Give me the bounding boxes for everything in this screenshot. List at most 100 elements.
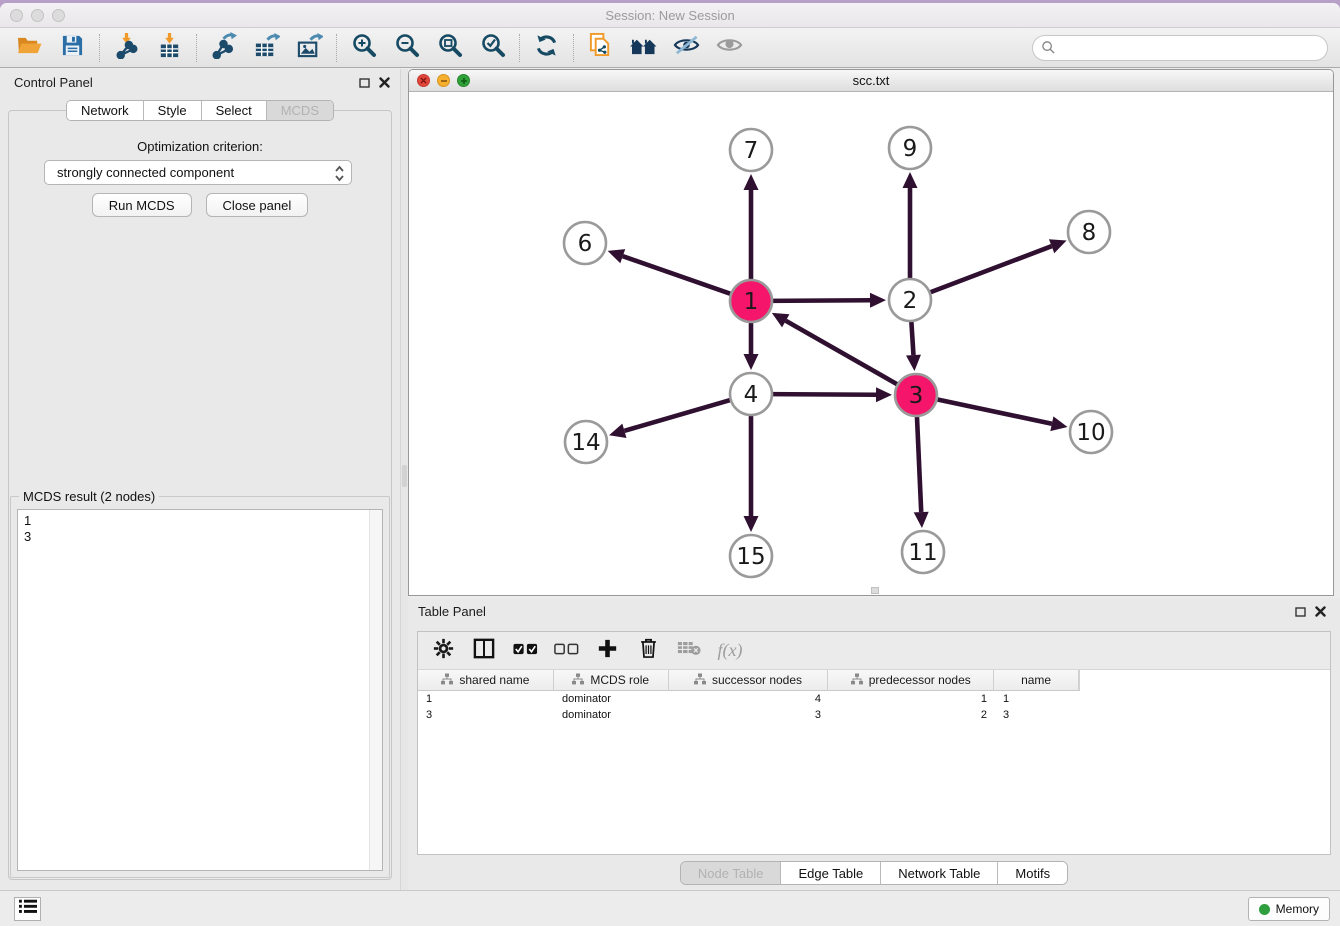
close-panel-icon[interactable] bbox=[379, 75, 390, 93]
open-folder-icon bbox=[16, 34, 43, 62]
table-cell[interactable]: 3 bbox=[669, 707, 829, 723]
panel-splitter[interactable] bbox=[400, 69, 408, 890]
column-header-shared-name[interactable]: shared name bbox=[418, 670, 554, 690]
graph-edge-1-2[interactable] bbox=[770, 300, 870, 301]
delete-table-button[interactable] bbox=[676, 638, 702, 664]
table-panel: Table Panel bbox=[408, 598, 1340, 890]
splitter-handle[interactable] bbox=[402, 465, 407, 487]
import-network-button[interactable] bbox=[105, 31, 148, 65]
tab-mcds[interactable]: MCDS bbox=[267, 101, 333, 120]
zoom-fit-button[interactable] bbox=[428, 31, 471, 65]
column-settings-button[interactable] bbox=[430, 638, 456, 664]
criterion-dropdown[interactable]: strongly connected component bbox=[44, 160, 352, 185]
maximize-window-icon[interactable] bbox=[52, 9, 65, 22]
export-table-button[interactable] bbox=[245, 31, 288, 65]
zoom-in-button[interactable] bbox=[342, 31, 385, 65]
table-cell[interactable]: dominator bbox=[554, 691, 669, 707]
split-panel-button[interactable] bbox=[471, 638, 497, 664]
toolbar-separator bbox=[196, 34, 197, 62]
table-cell[interactable]: 1 bbox=[829, 691, 995, 707]
minimize-network-icon[interactable] bbox=[437, 74, 450, 87]
deselect-all-button[interactable] bbox=[553, 638, 579, 664]
column-header-name[interactable]: name bbox=[994, 670, 1079, 690]
tab-network-table[interactable]: Network Table bbox=[881, 862, 998, 884]
edge-arrowhead bbox=[876, 387, 892, 402]
graph-edge-1-6[interactable] bbox=[623, 256, 733, 295]
graph-edge-4-14[interactable] bbox=[624, 399, 732, 431]
network-canvas[interactable]: 7968124314101511 bbox=[409, 92, 1333, 595]
tab-node-table[interactable]: Node Table bbox=[681, 862, 782, 884]
select-all-button[interactable] bbox=[512, 638, 538, 664]
node-label: 3 bbox=[909, 383, 924, 409]
table-row[interactable]: 3dominator323 bbox=[418, 707, 1330, 723]
table-cell[interactable]: 2 bbox=[829, 707, 995, 723]
table-cell[interactable]: 1 bbox=[418, 691, 554, 707]
show-all-button[interactable] bbox=[708, 31, 751, 65]
canvas-resize-grip[interactable] bbox=[871, 587, 879, 594]
node-label: 15 bbox=[736, 544, 765, 570]
clone-network-icon bbox=[588, 32, 613, 63]
tab-edge-table[interactable]: Edge Table bbox=[781, 862, 881, 884]
refresh-layout-button[interactable] bbox=[525, 31, 568, 65]
close-network-icon[interactable] bbox=[417, 74, 430, 87]
table-cell[interactable]: 3 bbox=[995, 707, 1080, 723]
network-graph[interactable]: 7968124314101511 bbox=[409, 92, 1333, 595]
table-panel-tabs: Node TableEdge TableNetwork TableMotifs bbox=[408, 861, 1340, 885]
optimization-criterion-label: Optimization criterion: bbox=[0, 139, 400, 154]
graph-edge-3-1[interactable] bbox=[786, 321, 900, 386]
zoom-out-icon bbox=[394, 32, 420, 63]
float-table-panel-icon[interactable] bbox=[1295, 604, 1306, 622]
tab-style[interactable]: Style bbox=[144, 101, 202, 120]
reset-view-button[interactable] bbox=[622, 31, 665, 65]
node-label: 7 bbox=[744, 138, 759, 164]
tab-network[interactable]: Network bbox=[67, 101, 144, 120]
add-column-button[interactable] bbox=[594, 638, 620, 664]
gear-icon bbox=[433, 638, 454, 664]
zoom-selected-button[interactable] bbox=[471, 31, 514, 65]
column-header-MCDS-role[interactable]: MCDS role bbox=[554, 670, 669, 690]
edge-arrowhead bbox=[608, 249, 626, 263]
column-header-successor-nodes[interactable]: successor nodes bbox=[669, 670, 829, 690]
tab-motifs[interactable]: Motifs bbox=[998, 862, 1067, 884]
table-row[interactable]: 1dominator411 bbox=[418, 691, 1330, 707]
memory-button[interactable]: Memory bbox=[1248, 897, 1330, 921]
table-cell[interactable]: 4 bbox=[669, 691, 829, 707]
graph-edge-4-3[interactable] bbox=[770, 394, 876, 395]
node-label: 9 bbox=[903, 136, 918, 162]
plus-icon bbox=[597, 638, 618, 664]
export-network-button[interactable] bbox=[202, 31, 245, 65]
graph-edge-3-10[interactable] bbox=[935, 399, 1052, 424]
delete-column-button[interactable] bbox=[635, 638, 661, 664]
search-input[interactable] bbox=[1032, 35, 1328, 61]
import-table-button[interactable] bbox=[148, 31, 191, 65]
mcds-result-textarea[interactable]: 1 3 bbox=[17, 509, 383, 871]
column-header-predecessor-nodes[interactable]: predecessor nodes bbox=[828, 670, 994, 690]
run-mcds-button[interactable]: Run MCDS bbox=[92, 193, 192, 217]
export-image-button[interactable] bbox=[288, 31, 331, 65]
function-builder-button[interactable]: f(x) bbox=[717, 638, 743, 664]
graph-edge-3-11[interactable] bbox=[917, 414, 921, 512]
open-session-button[interactable] bbox=[8, 31, 51, 65]
table-cell[interactable]: 3 bbox=[418, 707, 554, 723]
float-panel-icon[interactable] bbox=[359, 75, 370, 93]
table-cell[interactable]: 1 bbox=[995, 691, 1080, 707]
graph-edge-2-3[interactable] bbox=[911, 319, 913, 355]
tab-select[interactable]: Select bbox=[202, 101, 267, 120]
clone-network-button[interactable] bbox=[579, 31, 622, 65]
zoom-out-button[interactable] bbox=[385, 31, 428, 65]
close-table-panel-icon[interactable] bbox=[1315, 604, 1326, 622]
close-panel-button[interactable]: Close panel bbox=[206, 193, 309, 217]
table-cell[interactable]: dominator bbox=[554, 707, 669, 723]
edge-arrowhead bbox=[744, 516, 759, 532]
node-label: 14 bbox=[571, 430, 600, 456]
close-window-icon[interactable] bbox=[10, 9, 23, 22]
minimize-window-icon[interactable] bbox=[31, 9, 44, 22]
network-window-titlebar[interactable]: scc.txt bbox=[409, 70, 1333, 92]
maximize-network-icon[interactable] bbox=[457, 74, 470, 87]
table-panel-titlebar: Table Panel bbox=[408, 598, 1340, 625]
graph-edge-2-8[interactable] bbox=[928, 246, 1052, 293]
result-scrollbar[interactable] bbox=[369, 510, 382, 870]
save-session-button[interactable] bbox=[51, 31, 94, 65]
task-history-button[interactable] bbox=[14, 897, 41, 921]
hide-selected-button[interactable] bbox=[665, 31, 708, 65]
